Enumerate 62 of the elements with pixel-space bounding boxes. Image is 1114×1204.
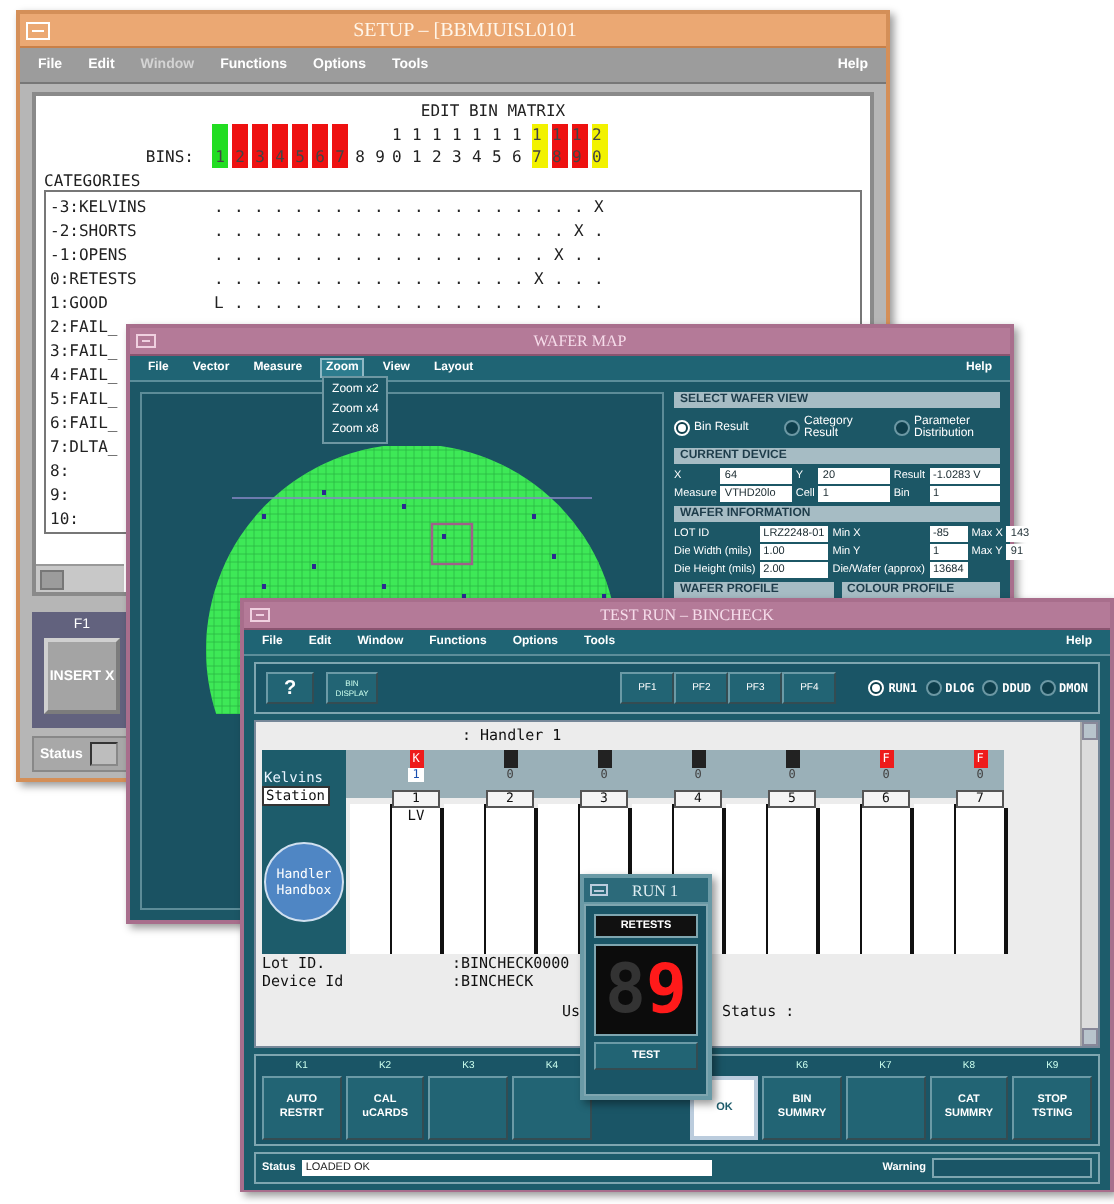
category-name[interactable]: 1:GOOD	[50, 293, 108, 311]
bin-number: 11	[412, 124, 424, 168]
bin-number: 1	[212, 124, 228, 168]
help-button[interactable]: ?	[266, 672, 314, 704]
category-name[interactable]: 2:FAIL_	[50, 317, 118, 335]
categories-label: CATEGORIES	[44, 172, 143, 190]
category-name[interactable]: 3:FAIL_	[50, 341, 118, 359]
bin-number: 16	[512, 124, 524, 168]
bin-number: 7	[332, 124, 348, 168]
function-key-button[interactable]	[512, 1076, 592, 1140]
window-title: TEST RUN – BINCHECK	[600, 606, 774, 624]
bin-number: 19	[572, 124, 588, 168]
bin-number: 3	[252, 124, 268, 168]
bin-number: 6	[312, 124, 328, 168]
bin-number: 10	[392, 124, 404, 168]
bin-number: 20	[592, 124, 608, 168]
window-title: WAFER MAP	[533, 332, 627, 350]
bin-assignment[interactable]: ..................X.	[210, 221, 614, 239]
window-title: RUN 1	[632, 881, 678, 899]
window-title: SETUP – [BBMJUISL0101	[353, 19, 577, 41]
bin-number: 14	[472, 124, 484, 168]
bin-number: 4	[272, 124, 288, 168]
status-field	[90, 742, 119, 766]
bin-number: 15	[492, 124, 504, 168]
category-name[interactable]: 4:FAIL_	[50, 365, 118, 383]
bin-assignment[interactable]: ................X...	[210, 269, 614, 287]
radio-button[interactable]	[1039, 680, 1056, 696]
window-menu-icon[interactable]	[250, 608, 270, 622]
horizontal-scrollbar[interactable]	[36, 564, 124, 592]
category-name[interactable]: 6:FAIL_	[50, 413, 118, 431]
bins-label: BINS:	[143, 146, 196, 168]
category-name[interactable]: 0:RETESTS	[50, 269, 137, 287]
category-name[interactable]: -2:SHORTS	[50, 221, 137, 239]
category-name[interactable]: 7:DLTA_	[50, 437, 118, 455]
bin-number: 12	[432, 124, 444, 168]
function-key-button[interactable]	[845, 1076, 926, 1140]
bin-assignment[interactable]: ...................X	[210, 197, 614, 215]
radio-button[interactable]	[982, 680, 999, 696]
bin-number: 8	[353, 146, 367, 168]
category-name[interactable]: 8:	[50, 461, 70, 479]
window-menu-icon[interactable]	[136, 334, 156, 348]
bin-number: 5	[292, 124, 308, 168]
category-name[interactable]: 5:FAIL_	[50, 389, 118, 407]
category-name[interactable]: -3:KELVINS	[50, 197, 147, 215]
window-menu-icon[interactable]	[590, 884, 608, 896]
bin-number: 9	[373, 146, 387, 168]
category-name[interactable]: -1:OPENS	[50, 245, 128, 263]
function-key-button[interactable]	[428, 1076, 509, 1140]
bin-number: 17	[532, 124, 548, 168]
digit: 9	[646, 952, 687, 1028]
radio-button[interactable]	[894, 420, 910, 436]
matrix-title: EDIT BIN MATRIX	[420, 102, 566, 120]
bin-number: 13	[452, 124, 464, 168]
bin-assignment[interactable]: .................X..	[210, 245, 614, 263]
category-name[interactable]: 9:	[50, 485, 70, 503]
bin-number: 18	[552, 124, 568, 168]
bin-assignment[interactable]: L...................	[210, 293, 614, 311]
bin-number: 2	[232, 124, 248, 168]
radio-button[interactable]	[784, 420, 800, 436]
vertical-scrollbar[interactable]	[1080, 722, 1098, 1046]
category-name[interactable]: 10:	[50, 509, 79, 527]
radio-button[interactable]	[925, 680, 942, 696]
